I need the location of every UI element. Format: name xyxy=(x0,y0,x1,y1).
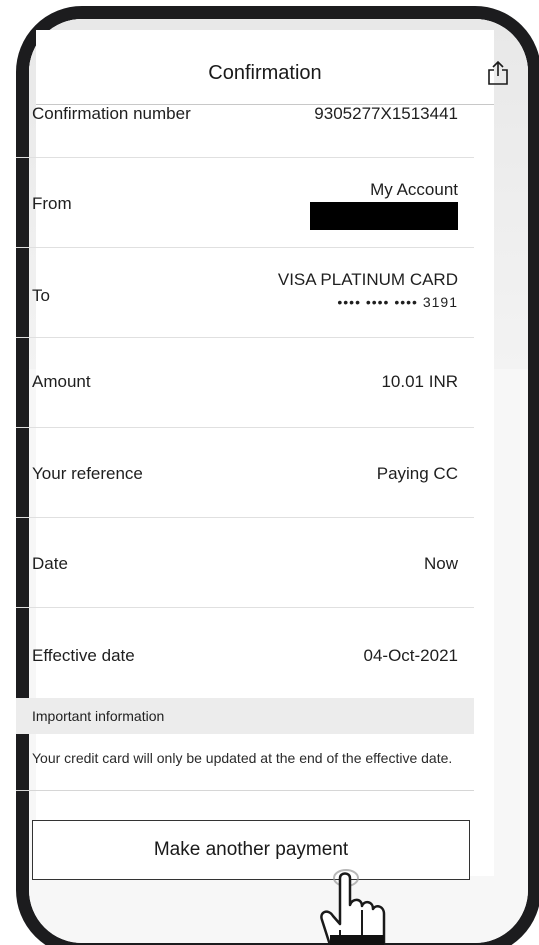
detail-row-reference: Your reference Paying CC xyxy=(16,428,474,518)
detail-label: Confirmation number xyxy=(32,104,191,123)
sheet-header: Confirmation xyxy=(36,30,508,105)
detail-row-amount: Amount 10.01 INR xyxy=(16,338,474,428)
detail-label: From xyxy=(32,194,72,213)
important-info-text: Your credit card will only be updated at… xyxy=(32,750,453,766)
divider xyxy=(16,790,474,791)
screen: Confirmation Confirmation number 9305277… xyxy=(0,0,539,945)
to-card-name: VISA PLATINUM CARD xyxy=(277,270,458,289)
reference-value: Paying CC xyxy=(376,464,458,483)
detail-label: Your reference xyxy=(32,464,143,483)
detail-label: Date xyxy=(32,554,68,573)
important-info-header: Important information xyxy=(16,698,474,734)
share-icon[interactable] xyxy=(486,60,510,86)
date-value: Now xyxy=(423,554,458,573)
confirmation-number-value: 9305277X1513441 xyxy=(314,104,458,123)
from-account-value: My Account xyxy=(370,180,458,199)
detail-row-confirmation-number: Confirmation number 9305277X1513441 xyxy=(16,100,474,158)
detail-row-to: To VISA PLATINUM CARD •••• •••• •••• 319… xyxy=(16,248,474,338)
make-another-payment-button[interactable]: Make another payment xyxy=(32,820,470,880)
effective-date-value: 04-Oct-2021 xyxy=(363,646,459,665)
detail-row-from: From My Account xyxy=(16,158,474,248)
detail-label: To xyxy=(32,286,50,305)
amount-value: 10.01 INR xyxy=(381,372,458,391)
detail-row-date: Date Now xyxy=(16,518,474,608)
detail-label: Effective date xyxy=(32,646,135,665)
detail-row-effective-date: Effective date 04-Oct-2021 xyxy=(16,608,474,698)
redacted-block xyxy=(310,202,458,230)
page-title: Confirmation xyxy=(208,62,322,84)
important-info-title: Important information xyxy=(32,708,165,724)
detail-label: Amount xyxy=(32,372,91,391)
to-card-masked-number: •••• •••• •••• 3191 xyxy=(337,294,458,310)
hand-pointer-icon xyxy=(320,869,386,945)
